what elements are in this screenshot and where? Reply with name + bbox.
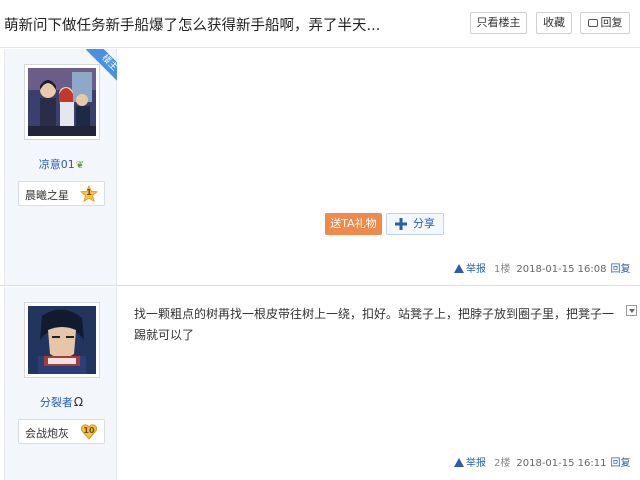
post-floor-2: 分裂者Ω 会战炮灰 10 找一颗粗点的树再找一根皮带往树上一绕，扣好。站凳子上，…	[0, 287, 640, 480]
user-level: 1	[86, 188, 92, 197]
thread-title: 萌新问下做任务新手船爆了怎么获得新手船啊，弄了半天...	[4, 18, 381, 34]
post-content: 找一颗粗点的树再找一根皮带往树上一绕，扣好。站凳子上，把脖子放到圈子里，把凳子一…	[134, 307, 615, 342]
reply-button[interactable]: 回复	[580, 12, 630, 34]
post-menu-toggle[interactable]	[626, 305, 637, 316]
reply-bubble-icon	[587, 19, 598, 27]
thread-header: 萌新问下做任务新手船爆了怎么获得新手船啊，弄了半天... 只看楼主 收藏 回复	[0, 0, 640, 48]
report-label: 举报	[466, 458, 486, 469]
post-floor-1: 楼主 凉意01❦ 晨曦之星 1 送TA礼物 分享 举报 1楼 2018-01-15 …	[0, 49, 640, 286]
avatar[interactable]	[24, 302, 100, 378]
favorite-button[interactable]: 收藏	[536, 12, 572, 34]
send-gift-button[interactable]: 送TA礼物	[325, 213, 382, 235]
reply-link[interactable]: 回复	[611, 264, 631, 275]
op-ribbon-label: 楼主	[86, 49, 117, 85]
reply-button-label: 回复	[600, 16, 623, 29]
op-ribbon: 楼主	[81, 49, 117, 85]
warning-icon	[454, 264, 464, 273]
post-time: 2018-01-15 16:11	[516, 458, 607, 469]
username-link[interactable]: 凉意01❦	[5, 156, 118, 172]
report-label: 举报	[466, 264, 486, 275]
username-link[interactable]: 分裂者Ω	[5, 394, 118, 410]
floor-number: 2楼	[494, 458, 511, 469]
username: 分裂者	[39, 396, 73, 409]
user-title-badge: 晨曦之星 1	[18, 181, 105, 206]
reply-link[interactable]: 回复	[611, 458, 631, 469]
avatar-image	[28, 306, 96, 374]
user-level: 10	[83, 426, 95, 435]
report-link[interactable]: 举报	[454, 458, 486, 469]
only-op-button[interactable]: 只看楼主	[470, 12, 527, 34]
user-title: 会战炮灰	[25, 427, 69, 440]
share-plus-icon	[395, 218, 407, 230]
user-title: 晨曦之星	[25, 189, 69, 202]
floor-number: 1楼	[494, 264, 511, 275]
post-time: 2018-01-15 16:08	[516, 264, 607, 275]
leaf-icon: ❦	[75, 160, 85, 171]
share-label: 分享	[413, 217, 435, 230]
user-title-badge: 会战炮灰 10	[18, 419, 105, 444]
warning-icon	[454, 458, 464, 467]
post-author-sidebar: 分裂者Ω 会战炮灰 10	[4, 287, 117, 480]
level-heart-icon: 10	[80, 423, 98, 441]
username: 凉意01	[38, 158, 75, 171]
post-meta: 举报 2楼 2018-01-15 16:11 回复	[454, 454, 631, 469]
post-author-sidebar: 楼主 凉意01❦ 晨曦之星 1	[4, 49, 117, 285]
share-button[interactable]: 分享	[386, 213, 444, 235]
post-meta: 举报 1楼 2018-01-15 16:08 回复	[454, 260, 631, 275]
report-link[interactable]: 举报	[454, 264, 486, 275]
level-star-icon: 1	[80, 185, 98, 203]
username-suffix: Ω	[73, 395, 84, 409]
